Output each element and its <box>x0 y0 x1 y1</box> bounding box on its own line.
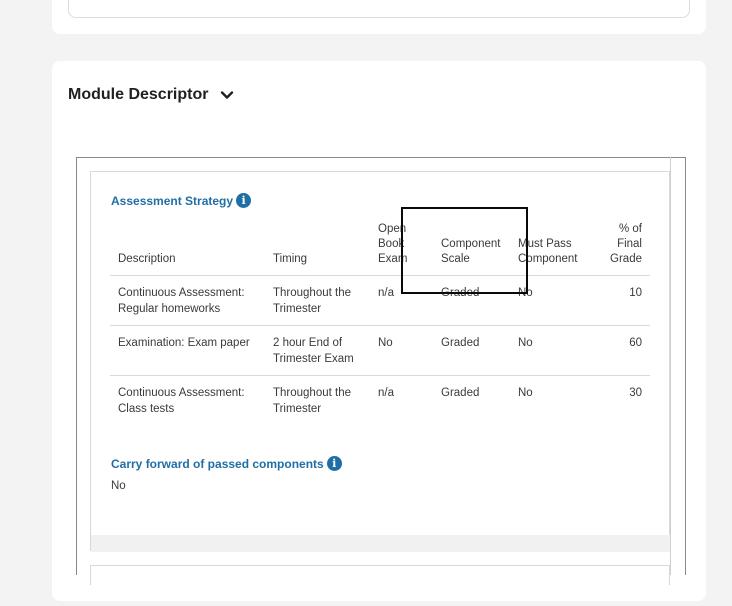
cell-timing: 2 hour End of Trimester Exam <box>265 325 370 376</box>
document-footer-band <box>91 535 670 552</box>
chevron-down-icon[interactable] <box>220 88 234 102</box>
table-header-row: Description Timing Open Book Exam Compon… <box>110 222 650 276</box>
carry-forward-label: Carry forward of passed components <box>111 456 324 471</box>
info-icon[interactable]: i <box>236 193 252 208</box>
assessment-strategy-label: Assessment Strategy <box>111 193 234 208</box>
assessment-strategy-heading: Assessment Strategy i <box>111 193 252 208</box>
cell-open-book: No <box>370 325 433 376</box>
cell-pct: 10 <box>590 275 650 326</box>
table-row: Continuous Assessment: Regular homeworks… <box>110 275 650 326</box>
next-section-box <box>90 565 670 585</box>
cell-open-book: n/a <box>370 375 433 425</box>
card-title: Module Descriptor <box>68 86 209 103</box>
header-pct: % of Final Grade <box>610 223 642 265</box>
document-frame-edge <box>670 157 671 575</box>
info-icon[interactable]: i <box>326 456 342 471</box>
cell-description: Continuous Assessment: Class tests <box>110 375 265 425</box>
header-timing: Timing <box>273 253 308 265</box>
annotation-highlight-box <box>401 207 528 294</box>
cell-description: Examination: Exam paper <box>110 325 265 376</box>
cell-must-pass: No <box>510 375 590 425</box>
cell-timing: Throughout the Trimester <box>265 375 370 425</box>
cell-timing: Throughout the Trimester <box>265 275 370 326</box>
header-description: Description <box>118 253 176 265</box>
module-descriptor-header[interactable]: Module Descriptor <box>68 86 234 104</box>
table-row: Examination: Exam paper 2 hour End of Tri… <box>110 325 650 376</box>
carry-forward-heading: Carry forward of passed components i <box>111 456 342 471</box>
cell-scale: Graded <box>433 375 510 425</box>
cell-pct: 60 <box>590 325 650 376</box>
previous-card-inner <box>68 0 690 18</box>
table-row: Continuous Assessment: Class tests Throug… <box>110 375 650 425</box>
cell-must-pass: No <box>510 325 590 376</box>
cell-description: Continuous Assessment: Regular homeworks <box>110 275 265 326</box>
cell-pct: 30 <box>590 375 650 425</box>
carry-forward-value: No <box>111 480 126 492</box>
cell-scale: Graded <box>433 325 510 376</box>
assessment-table: Description Timing Open Book Exam Compon… <box>110 222 650 425</box>
